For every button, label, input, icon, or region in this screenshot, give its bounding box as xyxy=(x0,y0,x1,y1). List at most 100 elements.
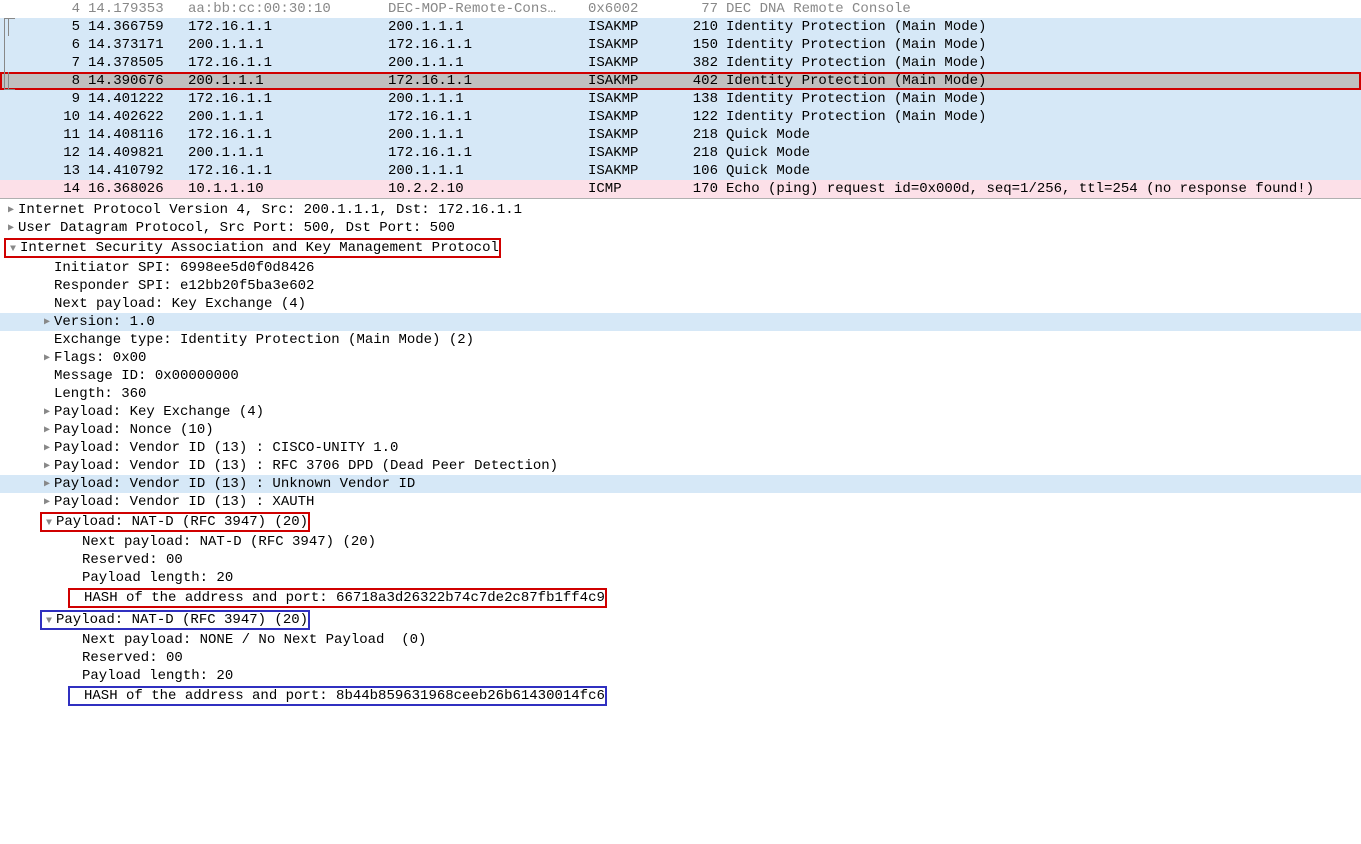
packet-cell: Identity Protection (Main Mode) xyxy=(726,73,1361,89)
tree-node[interactable]: Next payload: NAT-D (RFC 3947) (20) xyxy=(0,533,1361,551)
packet-cell: 14 xyxy=(20,181,88,197)
packet-cell: 200.1.1.1 xyxy=(388,55,588,71)
packet-cell: 200.1.1.1 xyxy=(188,37,388,53)
tree-node-label: Reserved: 00 xyxy=(82,552,183,568)
tree-node[interactable]: Length: 360 xyxy=(0,385,1361,403)
packet-cell: 0x6002 xyxy=(588,1,668,17)
tree-node-label: Payload length: 20 xyxy=(82,570,233,586)
tree-node-label: Payload: Nonce (10) xyxy=(54,422,214,438)
chevron-right-icon[interactable]: ▶ xyxy=(4,222,18,234)
packet-cell: 5 xyxy=(20,19,88,35)
packet-cell: ISAKMP xyxy=(588,55,668,71)
packet-row[interactable]: 1014.402622200.1.1.1172.16.1.1ISAKMP122I… xyxy=(0,108,1361,126)
packet-cell: Quick Mode xyxy=(726,163,1361,179)
tree-node-label: Payload: Vendor ID (13) : Unknown Vendor… xyxy=(54,476,415,492)
packet-cell: 172.16.1.1 xyxy=(188,55,388,71)
packet-cell: 14.410792 xyxy=(88,163,188,179)
tree-node[interactable]: HASH of the address and port: 66718a3d26… xyxy=(0,587,1361,609)
tree-node[interactable]: Initiator SPI: 6998ee5d0f0d8426 xyxy=(0,259,1361,277)
tree-node[interactable]: ▶Payload: Vendor ID (13) : Unknown Vendo… xyxy=(0,475,1361,493)
tree-node[interactable]: Next payload: Key Exchange (4) xyxy=(0,295,1361,313)
tree-node[interactable]: ▼Payload: NAT-D (RFC 3947) (20) xyxy=(0,609,1361,631)
tree-node[interactable]: Reserved: 00 xyxy=(0,551,1361,569)
tree-node-label: User Datagram Protocol, Src Port: 500, D… xyxy=(18,220,455,236)
chevron-down-icon[interactable]: ▼ xyxy=(42,518,56,529)
packet-row[interactable]: 1214.409821200.1.1.1172.16.1.1ISAKMP218Q… xyxy=(0,144,1361,162)
tree-node[interactable]: Responder SPI: e12bb20f5ba3e602 xyxy=(0,277,1361,295)
packet-cell: 200.1.1.1 xyxy=(388,19,588,35)
tree-node[interactable]: ▼Payload: NAT-D (RFC 3947) (20) xyxy=(0,511,1361,533)
tree-node[interactable]: Payload length: 20 xyxy=(0,667,1361,685)
tree-node[interactable]: ▶User Datagram Protocol, Src Port: 500, … xyxy=(0,219,1361,237)
packet-cell: ISAKMP xyxy=(588,145,668,161)
packet-row[interactable]: 514.366759172.16.1.1200.1.1.1ISAKMP210Id… xyxy=(0,18,1361,36)
chevron-right-icon[interactable]: ▶ xyxy=(4,204,18,216)
packet-row[interactable]: 714.378505172.16.1.1200.1.1.1ISAKMP382Id… xyxy=(0,54,1361,72)
packet-cell: 13 xyxy=(20,163,88,179)
tree-node[interactable]: Message ID: 0x00000000 xyxy=(0,367,1361,385)
tree-node[interactable]: ▶Flags: 0x00 xyxy=(0,349,1361,367)
packet-cell: 218 xyxy=(668,127,726,143)
packet-cell: Identity Protection (Main Mode) xyxy=(726,55,1361,71)
packet-row[interactable]: 1314.410792172.16.1.1200.1.1.1ISAKMP106Q… xyxy=(0,162,1361,180)
chevron-down-icon[interactable]: ▼ xyxy=(42,616,56,627)
tree-node-label: Reserved: 00 xyxy=(82,650,183,666)
chevron-right-icon[interactable]: ▶ xyxy=(40,442,54,454)
tree-node[interactable]: ▶Payload: Vendor ID (13) : CISCO-UNITY 1… xyxy=(0,439,1361,457)
packet-cell: 9 xyxy=(20,91,88,107)
packet-cell: 106 xyxy=(668,163,726,179)
tree-node[interactable]: Reserved: 00 xyxy=(0,649,1361,667)
packet-details-pane[interactable]: ▶Internet Protocol Version 4, Src: 200.1… xyxy=(0,199,1361,707)
packet-cell: 14.366759 xyxy=(88,19,188,35)
chevron-right-icon[interactable]: ▶ xyxy=(40,424,54,436)
packet-cell: 10.1.1.10 xyxy=(188,181,388,197)
tree-node-label: Payload: NAT-D (RFC 3947) (20) xyxy=(56,514,308,530)
chevron-right-icon[interactable]: ▶ xyxy=(40,478,54,490)
chevron-right-icon[interactable]: ▶ xyxy=(40,352,54,364)
tree-node-label: Responder SPI: e12bb20f5ba3e602 xyxy=(54,278,314,294)
packet-row[interactable]: 1114.408116172.16.1.1200.1.1.1ISAKMP218Q… xyxy=(0,126,1361,144)
tree-node[interactable]: ▶Payload: Vendor ID (13) : RFC 3706 DPD … xyxy=(0,457,1361,475)
packet-cell: 6 xyxy=(20,37,88,53)
packet-cell: ISAKMP xyxy=(588,91,668,107)
packet-row[interactable]: 914.401222172.16.1.1200.1.1.1ISAKMP138Id… xyxy=(0,90,1361,108)
packet-row[interactable]: 814.390676200.1.1.1172.16.1.1ISAKMP402Id… xyxy=(0,72,1361,90)
packet-row[interactable]: 1416.36802610.1.1.1010.2.2.10ICMP170Echo… xyxy=(0,180,1361,198)
chevron-right-icon[interactable]: ▶ xyxy=(40,460,54,472)
tree-node[interactable]: ▼Internet Security Association and Key M… xyxy=(0,237,1361,259)
packet-cell: 150 xyxy=(668,37,726,53)
tree-node[interactable]: HASH of the address and port: 8b44b85963… xyxy=(0,685,1361,707)
tree-node-label: Internet Security Association and Key Ma… xyxy=(20,240,499,256)
tree-node[interactable]: ▶Payload: Vendor ID (13) : XAUTH xyxy=(0,493,1361,511)
chevron-right-icon[interactable]: ▶ xyxy=(40,316,54,328)
packet-cell: 14.373171 xyxy=(88,37,188,53)
tree-node[interactable]: ▶Payload: Nonce (10) xyxy=(0,421,1361,439)
chevron-right-icon[interactable]: ▶ xyxy=(40,406,54,418)
packet-cell: 16.368026 xyxy=(88,181,188,197)
packet-cell: DEC DNA Remote Console xyxy=(726,1,1361,17)
packet-cell: 172.16.1.1 xyxy=(388,109,588,125)
packet-list-pane[interactable]: 414.179353aa:bb:cc:00:30:10DEC-MOP-Remot… xyxy=(0,0,1361,199)
packet-cell: 382 xyxy=(668,55,726,71)
packet-cell: 14.408116 xyxy=(88,127,188,143)
packet-cell: 122 xyxy=(668,109,726,125)
packet-cell: aa:bb:cc:00:30:10 xyxy=(188,1,388,17)
packet-cell: ISAKMP xyxy=(588,19,668,35)
packet-cell: ISAKMP xyxy=(588,163,668,179)
tree-node[interactable]: Next payload: NONE / No Next Payload (0) xyxy=(0,631,1361,649)
tree-node-label: Internet Protocol Version 4, Src: 200.1.… xyxy=(18,202,522,218)
chevron-right-icon[interactable]: ▶ xyxy=(40,496,54,508)
tree-node[interactable]: Exchange type: Identity Protection (Main… xyxy=(0,331,1361,349)
tree-node-label: Next payload: NAT-D (RFC 3947) (20) xyxy=(82,534,376,550)
packet-cell: ISAKMP xyxy=(588,127,668,143)
tree-node-label: Message ID: 0x00000000 xyxy=(54,368,239,384)
packet-cell: 7 xyxy=(20,55,88,71)
packet-cell: Echo (ping) request id=0x000d, seq=1/256… xyxy=(726,181,1361,197)
tree-node[interactable]: ▶Internet Protocol Version 4, Src: 200.1… xyxy=(0,201,1361,219)
packet-row[interactable]: 414.179353aa:bb:cc:00:30:10DEC-MOP-Remot… xyxy=(0,0,1361,18)
tree-node[interactable]: Payload length: 20 xyxy=(0,569,1361,587)
tree-node[interactable]: ▶Version: 1.0 xyxy=(0,313,1361,331)
packet-row[interactable]: 614.373171200.1.1.1172.16.1.1ISAKMP150Id… xyxy=(0,36,1361,54)
chevron-down-icon[interactable]: ▼ xyxy=(6,244,20,255)
tree-node[interactable]: ▶Payload: Key Exchange (4) xyxy=(0,403,1361,421)
